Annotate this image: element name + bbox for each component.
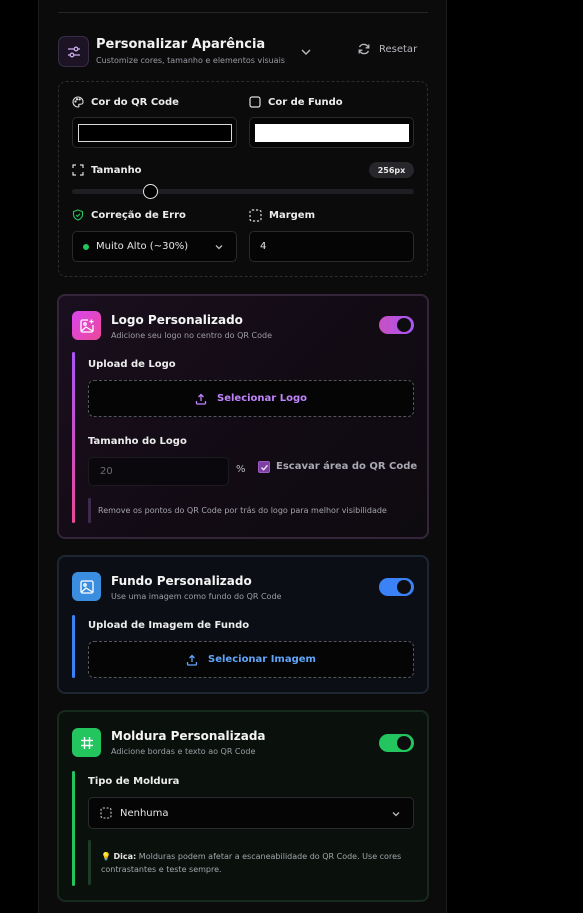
background-accent-bar	[72, 615, 75, 678]
chevron-down-icon[interactable]	[300, 43, 312, 62]
select-image-button[interactable]: Selecionar Imagem	[88, 641, 414, 678]
page-title: Personalizar Aparência	[96, 37, 266, 52]
logo-toggle[interactable]	[379, 316, 414, 334]
size-badge: 256px	[369, 162, 414, 178]
size-slider-thumb[interactable]	[143, 184, 158, 199]
toggle-knob	[397, 580, 411, 594]
upload-icon	[186, 654, 198, 666]
lightbulb-icon: 💡	[101, 852, 111, 861]
divider	[58, 12, 428, 13]
logo-size-input[interactable]: 20	[88, 457, 229, 486]
dashed-square-icon	[249, 209, 262, 222]
tip-bar	[88, 840, 91, 885]
toggle-knob	[397, 736, 411, 750]
logo-accent-bar	[72, 352, 75, 523]
size-slider-track[interactable]	[72, 189, 414, 194]
frame-card-subtitle: Adicione bordas e texto ao QR Code	[111, 747, 256, 756]
expand-icon	[72, 164, 84, 176]
background-card-subtitle: Use uma imagem como fundo do QR Code	[111, 592, 282, 601]
background-card-title: Fundo Personalizado	[111, 574, 252, 588]
reset-button[interactable]: Resetar	[357, 42, 417, 56]
note-bar	[88, 498, 91, 523]
background-upload-label: Upload de Imagem de Fundo	[88, 620, 250, 631]
error-correction-select[interactable]: Muito Alto (~30%)	[72, 231, 237, 262]
excavate-note: Remove os pontos do QR Code por trás do …	[98, 506, 387, 515]
bg-color-label: Cor de Fundo	[249, 96, 343, 108]
logo-upload-label: Upload de Logo	[88, 359, 176, 370]
dashed-square-icon	[100, 807, 112, 819]
background-toggle[interactable]	[379, 578, 414, 596]
excavate-label: Escavar área do QR Code	[276, 461, 418, 472]
frame-accent-bar	[72, 771, 75, 886]
logo-size-label: Tamanho do Logo	[88, 436, 187, 447]
logo-card-subtitle: Adicione seu logo no centro do QR Code	[111, 331, 272, 340]
checkbox-icon[interactable]	[258, 461, 270, 473]
shield-check-icon	[72, 209, 84, 221]
qr-color-swatch	[78, 124, 232, 142]
refresh-icon	[358, 43, 370, 55]
frame-type-select[interactable]: Nenhuma	[88, 797, 414, 829]
status-dot	[83, 243, 89, 250]
chevron-down-icon	[392, 812, 400, 817]
frame-card-title: Moldura Personalizada	[111, 729, 266, 743]
qr-color-picker[interactable]	[72, 117, 237, 148]
image-plus-icon	[72, 311, 101, 340]
bg-color-picker[interactable]	[249, 117, 414, 148]
image-icon	[72, 572, 101, 601]
logo-size-unit: %	[236, 464, 246, 475]
size-label: Tamanho	[72, 164, 142, 176]
reset-label: Resetar	[379, 43, 418, 55]
bg-color-swatch	[255, 124, 409, 142]
upload-icon	[195, 393, 207, 405]
toggle-knob	[397, 318, 411, 332]
qr-color-label: Cor do QR Code	[72, 96, 179, 108]
logo-card-title: Logo Personalizado	[111, 313, 243, 327]
palette-icon	[72, 96, 84, 108]
sliders-icon	[58, 36, 89, 67]
select-logo-button[interactable]: Selecionar Logo	[88, 380, 414, 417]
margin-input[interactable]: 4	[249, 231, 414, 262]
frame-type-label: Tipo de Moldura	[88, 776, 180, 787]
margin-label: Margem	[249, 209, 315, 222]
frame-toggle[interactable]	[379, 734, 414, 752]
frame-tip: 💡 Dica: Molduras podem afetar a escaneab…	[101, 852, 402, 874]
square-icon	[249, 96, 261, 108]
page-subtitle: Customize cores, tamanho e elementos vis…	[96, 56, 285, 65]
chevron-down-icon	[215, 245, 223, 250]
error-correction-label: Correção de Erro	[72, 209, 186, 221]
hash-icon	[72, 728, 101, 757]
